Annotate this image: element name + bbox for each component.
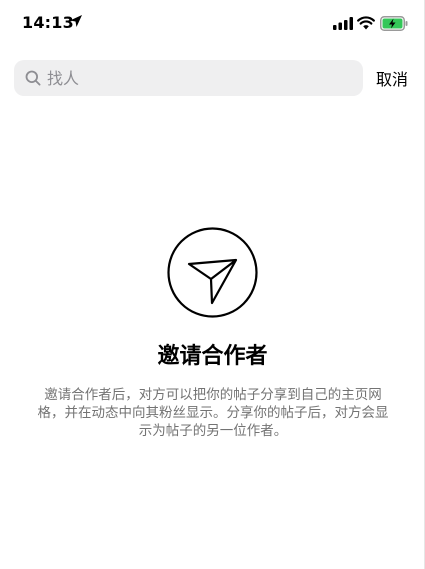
search-input[interactable] [44, 60, 344, 96]
status-bar: 14:13 [0, 0, 425, 48]
search-box[interactable] [14, 60, 363, 96]
empty-state-title: 邀请合作者 [157, 344, 268, 369]
battery-charging-icon [380, 16, 408, 31]
status-time: 14:13 [22, 13, 74, 32]
cellular-signal-icon [333, 17, 353, 30]
paper-plane-icon [167, 227, 258, 318]
wifi-icon [357, 16, 375, 30]
location-arrow-icon [70, 15, 82, 27]
cancel-button[interactable]: 取消 [376, 66, 408, 90]
search-icon [25, 70, 41, 86]
invite-collaborators-screen: 14:13 取消 邀请合作者 [0, 0, 425, 569]
empty-state-description: 邀请合作者后，对方可以把你的帖子分享到自己的主页网格，并在动态中向其粉丝显示。分… [37, 387, 389, 439]
